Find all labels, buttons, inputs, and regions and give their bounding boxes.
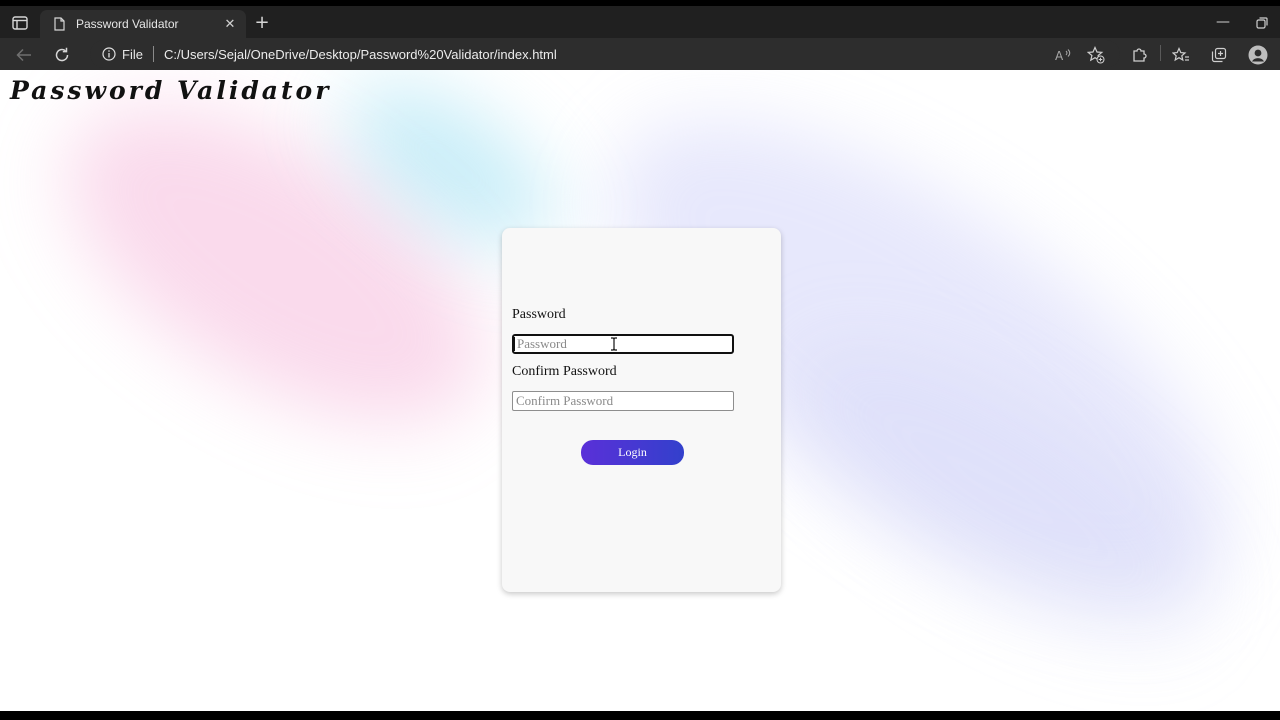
password-label: Password — [512, 307, 566, 322]
password-form-card: Password Confirm Password Login — [502, 228, 781, 592]
favorites-icon[interactable] — [1171, 45, 1191, 65]
collections-icon[interactable] — [1209, 45, 1229, 65]
tab-password-validator[interactable]: Password Validator ✕ — [40, 10, 246, 38]
url-scheme: File — [122, 46, 143, 62]
login-button[interactable]: Login — [581, 440, 684, 465]
info-icon[interactable] — [102, 47, 116, 61]
restore-icon[interactable] — [1254, 15, 1270, 31]
plus-icon[interactable]: + — [252, 13, 272, 33]
close-icon[interactable]: ✕ — [222, 16, 238, 32]
url-text[interactable]: C:/Users/Sejal/OneDrive/Desktop/Password… — [164, 47, 557, 62]
tab-actions-icon[interactable] — [8, 13, 32, 33]
page-icon — [52, 17, 66, 31]
toolbar-divider — [1160, 45, 1161, 61]
screen-bottom-strip — [0, 711, 1280, 720]
minimize-icon[interactable]: — — [1214, 14, 1232, 32]
site-title: Password Validator — [10, 76, 332, 105]
browser-toolbar: File C:/Users/Sejal/OneDrive/Desktop/Pas… — [0, 38, 1280, 70]
text-cursor-icon — [610, 336, 618, 351]
refresh-icon[interactable] — [51, 44, 73, 66]
password-input[interactable] — [512, 334, 734, 354]
star-plus-icon[interactable] — [1086, 45, 1106, 65]
profile-avatar-icon[interactable] — [1248, 45, 1268, 65]
confirm-password-input[interactable] — [512, 391, 734, 411]
confirm-password-label: Confirm Password — [512, 364, 617, 379]
page-viewport: Password Validator Password Confirm Pass… — [0, 70, 1280, 711]
tab-title: Password Validator — [76, 17, 179, 31]
tab-bar: Password Validator ✕ + — — [0, 6, 1280, 38]
read-aloud-icon[interactable]: A — [1054, 45, 1074, 65]
text-caret — [514, 337, 515, 351]
address-separator — [152, 46, 154, 62]
address-bar[interactable]: File C:/Users/Sejal/OneDrive/Desktop/Pas… — [90, 40, 1120, 68]
back-arrow-icon[interactable] — [13, 44, 35, 66]
puzzle-icon[interactable] — [1129, 45, 1149, 65]
svg-text:A: A — [1055, 49, 1064, 62]
